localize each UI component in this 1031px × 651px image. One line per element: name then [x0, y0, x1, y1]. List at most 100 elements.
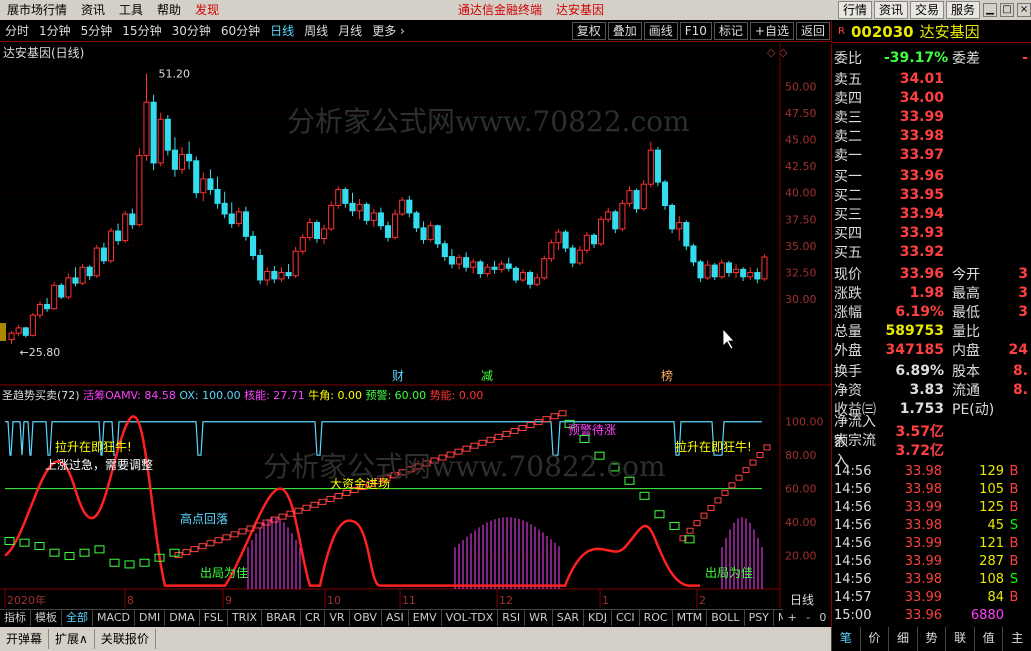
- period-tab[interactable]: 15分钟: [117, 21, 166, 41]
- quote-value: 33.96: [899, 265, 944, 282]
- danmaku-button[interactable]: 开弹幕: [0, 629, 50, 649]
- indicator-tab[interactable]: EMV: [409, 610, 442, 626]
- right-tab[interactable]: 值: [973, 627, 1003, 651]
- expand-button[interactable]: 扩展∧: [49, 629, 95, 649]
- service-button[interactable]: 服务: [946, 1, 981, 19]
- close-icon[interactable]: ×: [1017, 3, 1031, 17]
- indicator-tab[interactable]: MACD: [93, 610, 135, 626]
- indicator-tab[interactable]: RSI: [498, 610, 526, 626]
- period-tab[interactable]: 30分钟: [167, 21, 216, 41]
- indicator-tab[interactable]: DMI: [135, 610, 166, 626]
- tab-scroll[interactable]: + -0: [783, 609, 831, 626]
- menu-news[interactable]: 资讯: [74, 0, 112, 20]
- f10-button[interactable]: F10: [679, 22, 712, 40]
- indicator-tab[interactable]: VR: [325, 610, 350, 626]
- indicator-tab[interactable]: BOLL: [707, 610, 745, 626]
- indicator-tab[interactable]: KDJ: [584, 610, 612, 626]
- right-tab[interactable]: 主: [1002, 627, 1031, 651]
- indicator-tab[interactable]: WR: [525, 610, 553, 626]
- indicator-tab[interactable]: CCI: [612, 610, 640, 626]
- candle-body: [470, 261, 477, 268]
- quote-value: 6.89%: [895, 362, 944, 379]
- quote-label-2: PE(动): [952, 401, 995, 418]
- menu-help[interactable]: 帮助: [150, 0, 188, 20]
- stat-row: 总量 589753 量比: [834, 321, 1028, 340]
- scroll-left-icon[interactable]: -: [806, 611, 810, 624]
- indicator-tab[interactable]: MTM: [673, 610, 708, 626]
- period-tab[interactable]: 60分钟: [216, 21, 265, 41]
- candle-body: [441, 243, 448, 258]
- mark-button[interactable]: 标记: [713, 22, 748, 40]
- tick-price: 33.99: [904, 589, 942, 605]
- add-watchlist-button[interactable]: +自选: [749, 22, 794, 40]
- candle-body: [285, 272, 292, 277]
- side-handle[interactable]: [0, 323, 6, 341]
- period-tab[interactable]: 月线: [333, 21, 367, 41]
- indicator-tab[interactable]: SAR: [553, 610, 585, 626]
- add-tab-icon[interactable]: +: [788, 611, 797, 624]
- right-tab[interactable]: 价: [859, 627, 889, 651]
- indicator-tab[interactable]: VOL-TDX: [442, 610, 499, 626]
- indicator-tab[interactable]: PSY: [745, 610, 774, 626]
- right-tab[interactable]: 联: [945, 627, 974, 651]
- indicator-tab[interactable]: ASI: [382, 610, 409, 626]
- indicator-tab[interactable]: TRIX: [228, 610, 263, 626]
- draw-button[interactable]: 画线: [643, 22, 678, 40]
- back-button[interactable]: 返回: [795, 22, 830, 40]
- xaxis-label: 11: [402, 594, 416, 607]
- indicator-tab[interactable]: FSL: [200, 610, 228, 626]
- menubar-link-stock[interactable]: 达安基因: [549, 0, 611, 20]
- indicator-tab[interactable]: 指标: [0, 610, 31, 626]
- period-tab[interactable]: 分时: [0, 21, 34, 41]
- adjust-button[interactable]: 复权: [571, 22, 606, 40]
- right-tab[interactable]: 笔: [831, 627, 860, 651]
- right-tab[interactable]: 势: [916, 627, 946, 651]
- period-tab-daily[interactable]: 日线: [265, 21, 299, 41]
- indicator-tab[interactable]: OBV: [350, 610, 382, 626]
- indicator-tab[interactable]: DMA: [165, 610, 200, 626]
- menu-tools[interactable]: 工具: [112, 0, 150, 20]
- quote-label: 卖五: [834, 71, 862, 88]
- chart-settings-icon[interactable]: ◇ ◇: [767, 46, 788, 59]
- tick-time: 14:56: [834, 553, 872, 569]
- quote-label: 总量: [834, 323, 862, 340]
- menu-discover[interactable]: 发现: [188, 0, 226, 20]
- right-tab[interactable]: 细: [888, 627, 917, 651]
- period-more[interactable]: 更多 ›: [367, 21, 410, 41]
- menu-market[interactable]: 展市场行情: [0, 0, 74, 20]
- quote-button[interactable]: 行情: [837, 1, 872, 19]
- indicator-tab[interactable]: 模板: [31, 610, 62, 626]
- news-button[interactable]: 资讯: [873, 1, 908, 19]
- indicator-tick-label: 80.00: [785, 449, 817, 462]
- indicator-tab[interactable]: ROC: [640, 610, 673, 626]
- candle-body: [178, 153, 186, 170]
- quote-label: 买五: [834, 244, 862, 261]
- xaxis-label: 10: [327, 594, 341, 607]
- indicator-tab[interactable]: 全部: [62, 610, 93, 626]
- quote-label-2: 量比: [952, 323, 980, 340]
- period-tab[interactable]: 5分钟: [76, 21, 118, 41]
- quote-value: 33.98: [899, 127, 944, 144]
- menu-bar: 展市场行情 资讯 工具 帮助 发现 通达信金融终端 达安基因 行情 资讯 交易 …: [0, 0, 1031, 20]
- quote-value: -39.17%: [884, 49, 949, 66]
- maximize-icon[interactable]: □: [1000, 3, 1015, 17]
- price-tick-label: 42.50: [785, 160, 817, 173]
- overlay-button[interactable]: 叠加: [607, 22, 642, 40]
- menubar-link-terminal[interactable]: 通达信金融终端: [451, 0, 549, 20]
- stat-row: 外盘 347185 内盘 24: [834, 340, 1028, 359]
- tick-dir: B: [1009, 589, 1019, 605]
- period-tab[interactable]: 1分钟: [34, 21, 76, 41]
- candle-body: [740, 268, 747, 278]
- candle-body: [690, 245, 697, 263]
- quote-label-2: 流通: [952, 382, 980, 399]
- candle-body: [619, 202, 626, 230]
- zero-icon[interactable]: 0: [819, 611, 826, 624]
- trade-button[interactable]: 交易: [909, 1, 944, 19]
- indicator-tab[interactable]: CR: [301, 610, 326, 626]
- chart-area[interactable]: 达安基因(日线) ◇ ◇ 30.00 32.50 35.00 37.50 40.00 42…: [0, 43, 831, 608]
- indicator-tab[interactable]: BRAR: [262, 610, 302, 626]
- period-tab[interactable]: 周线: [299, 21, 333, 41]
- related-quote-button[interactable]: 关联报价: [95, 629, 156, 649]
- minimize-icon[interactable]: ▁: [983, 3, 998, 17]
- candle-body: [505, 263, 512, 269]
